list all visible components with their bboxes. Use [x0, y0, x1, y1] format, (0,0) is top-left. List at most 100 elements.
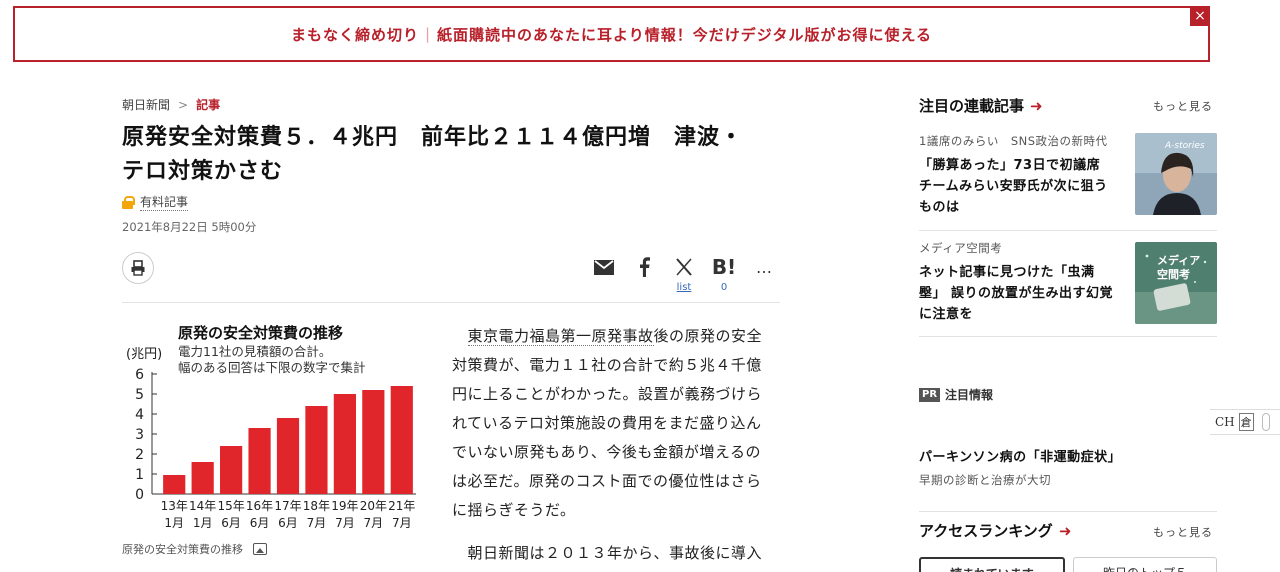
chart-x-tick-label: 18年 [303, 499, 330, 513]
series-item-title: ネット記事に見つけた「虫满壂」 誤りの放置が生み出す幻覚に注意を [919, 265, 1114, 322]
series-thumb-label: メディア空間考 [1157, 254, 1201, 281]
banner-separator: | [424, 25, 432, 43]
paragraph-1: 東京電力福島第一原発事故後の原発の安全対策費が、電力１１社の合計で約５兆４千億円… [452, 322, 774, 525]
share-hatena-button[interactable]: B! 0 [709, 255, 739, 293]
series-section-title[interactable]: 注目の連載記事 ➜ [919, 95, 1043, 116]
share-mail-button[interactable] [589, 256, 619, 278]
chart-svg: 原発の安全対策費の推移 (兆円) 電力11社の見積額の合計。幅のある回答は下限の数字… [126, 324, 416, 530]
chart-title: 原発の安全対策費の推移 [178, 324, 343, 342]
breadcrumb-current: 記事 [196, 98, 221, 112]
share-facebook-button[interactable] [629, 256, 659, 278]
series-item-thumbnail: メディア空間考 [1135, 242, 1217, 324]
chart-x-tick-label: 6月 [250, 516, 270, 530]
banner-lead: まもなく締め切り [290, 25, 419, 44]
chart-x-tick-label: 13年 [161, 499, 188, 513]
safety-cost-chart[interactable]: 原発の安全対策費の推移 (兆円) 電力11社の見積額の合計。 幅のある回答は下限の数字… [122, 318, 422, 538]
facebook-icon [629, 256, 659, 278]
ime-scroll [1261, 413, 1270, 431]
chart-bar [163, 475, 186, 494]
ranking-section-title[interactable]: アクセスランキング ➜ [919, 520, 1071, 541]
paragraph-2: 朝日新聞は２０１３年から、事故後に導入 [452, 539, 774, 568]
image-icon[interactable] [253, 543, 267, 555]
series-item-2[interactable]: メディア空間考 ネット記事に見つけた「虫满壂」 誤りの放置が生み出す幻覚に注意を… [919, 240, 1217, 325]
chart-x-tick-label: 7月 [392, 516, 412, 530]
tab-yesterday-top5[interactable]: 昨日のトップ５ [1073, 557, 1217, 572]
paragraph-2-text: 朝日新聞は２０１３年から、事故後に導入 [467, 544, 763, 562]
chart-bar [220, 446, 243, 494]
article-divider [122, 302, 780, 303]
hatena-bookmark-icon: B! [711, 255, 737, 279]
chart-y-tick-label: 4 [135, 407, 144, 423]
share-x-button[interactable]: list [669, 256, 699, 293]
lock-icon [122, 195, 135, 209]
chart-x-tick-label: 7月 [307, 516, 327, 530]
subscription-banner[interactable]: まもなく締め切り | 紙面購読中のあなたに耳より情報！今だけデジタル版がお得に使… [13, 6, 1210, 62]
pr-item-title[interactable]: パーキンソン病の「非運動症状」 [919, 446, 1121, 465]
tab-most-read[interactable]: 読まれています [919, 557, 1065, 572]
chart-y-tick-label: 5 [135, 387, 144, 403]
series-thumb-label: A-stories [1165, 141, 1205, 151]
breadcrumb-home[interactable]: 朝日新聞 [122, 96, 170, 113]
share-x-sub[interactable]: list [669, 282, 699, 293]
print-button[interactable] [122, 252, 154, 284]
breadcrumb-separator: > [178, 97, 189, 112]
chart-x-tick-label: 1月 [164, 516, 184, 530]
chart-x-tick-label: 14年 [189, 499, 216, 513]
chart-caption-text: 原発の安全対策費の推移 [122, 543, 243, 556]
series-item-1[interactable]: 1議席のみらい SNS政治の新時代 「勝算あった」73日で初議席 チームみらい安… [919, 133, 1217, 218]
chart-bar [362, 390, 385, 494]
pr-item-subtitle: 早期の診断と治療が大切 [919, 473, 1051, 487]
chart-x-tick-label: 16年 [246, 499, 273, 513]
paragraph-1-text: 後の原発の安全対策費が、電力１１社の合計で約５兆４千億円に上ることがわかった。設… [452, 327, 763, 519]
pr-section-title: PR 注目情報 [919, 386, 993, 403]
sidebar-divider [919, 230, 1217, 231]
banner-close-button[interactable]: × [1190, 6, 1210, 26]
ranking-title-text: アクセスランキング [919, 522, 1053, 540]
paragraph-link[interactable]: 東京電力福島第一原発事故 [467, 327, 654, 346]
article-body: 東京電力福島第一原発事故後の原発の安全対策費が、電力１１社の合計で約５兆４千億円… [452, 322, 774, 568]
chart-x-tick-label: 7月 [335, 516, 355, 530]
ime-indicator[interactable]: CH 倉 [1210, 409, 1280, 435]
chart-x-tick-label: 19年 [331, 499, 358, 513]
pr-title-text: 注目情報 [945, 388, 994, 402]
ranking-more-link[interactable]: もっと見る [1153, 524, 1213, 540]
article-date: 2021年8月22日 5時00分 [122, 220, 257, 234]
chart-x-tick-label: 21年 [388, 499, 415, 513]
chart-x-tick-label: 7月 [364, 516, 384, 530]
chart-y-tick-label: 6 [135, 367, 144, 383]
chart-bar [276, 418, 300, 494]
chart-bar [305, 406, 328, 494]
chart-ylabel: (兆円) [126, 347, 162, 362]
ranking-tabs: 読まれています 昨日のトップ５ [919, 557, 1217, 572]
arrow-right-icon: ➜ [1030, 96, 1043, 115]
mail-icon [589, 256, 619, 278]
chart-bar [248, 428, 271, 494]
pr-badge: PR [919, 387, 941, 402]
chart-subtitle-line: 電力11社の見積額の合計。 [178, 344, 331, 359]
chart-x-tick-label: 15年 [217, 499, 244, 513]
chart-bar [390, 386, 413, 494]
chart-x-tick-label: 20年 [360, 499, 387, 513]
x-icon [669, 256, 699, 278]
share-more-button[interactable]: … [749, 256, 779, 278]
chart-x-tick-label: 17年 [274, 499, 301, 513]
chart-subtitle-line: 幅のある回答は下限の数字で集計 [178, 360, 366, 375]
series-title-text: 注目の連載記事 [919, 97, 1025, 115]
chart-bar [191, 462, 214, 494]
paid-article-badge: 有料記事 [122, 193, 189, 211]
banner-message: 紙面購読中のあなたに耳より情報！今だけデジタル版がお得に使える [437, 25, 933, 44]
series-more-link[interactable]: もっと見る [1153, 98, 1213, 114]
arrow-right-icon: ➜ [1058, 521, 1072, 540]
article-headline: 原発安全対策費５．４兆円 前年比２１１４億円増 津波・テロ対策かさむ [122, 125, 744, 184]
ime-ch: CH [1215, 415, 1235, 429]
chart-y-tick-label: 3 [135, 427, 144, 443]
chart-y-tick-label: 2 [135, 447, 144, 463]
paid-article-label[interactable]: 有料記事 [140, 193, 189, 211]
breadcrumb: 朝日新聞 > 記事 [122, 96, 220, 113]
sidebar-divider [919, 511, 1217, 512]
hatena-count[interactable]: 0 [709, 282, 739, 293]
chart-bar [333, 394, 356, 494]
printer-icon [131, 260, 145, 276]
series-item-title: 「勝算あった」73日で初議席 チームみらい安野氏が次に狙うものは [919, 158, 1114, 215]
more-dots-icon: … [756, 257, 772, 277]
